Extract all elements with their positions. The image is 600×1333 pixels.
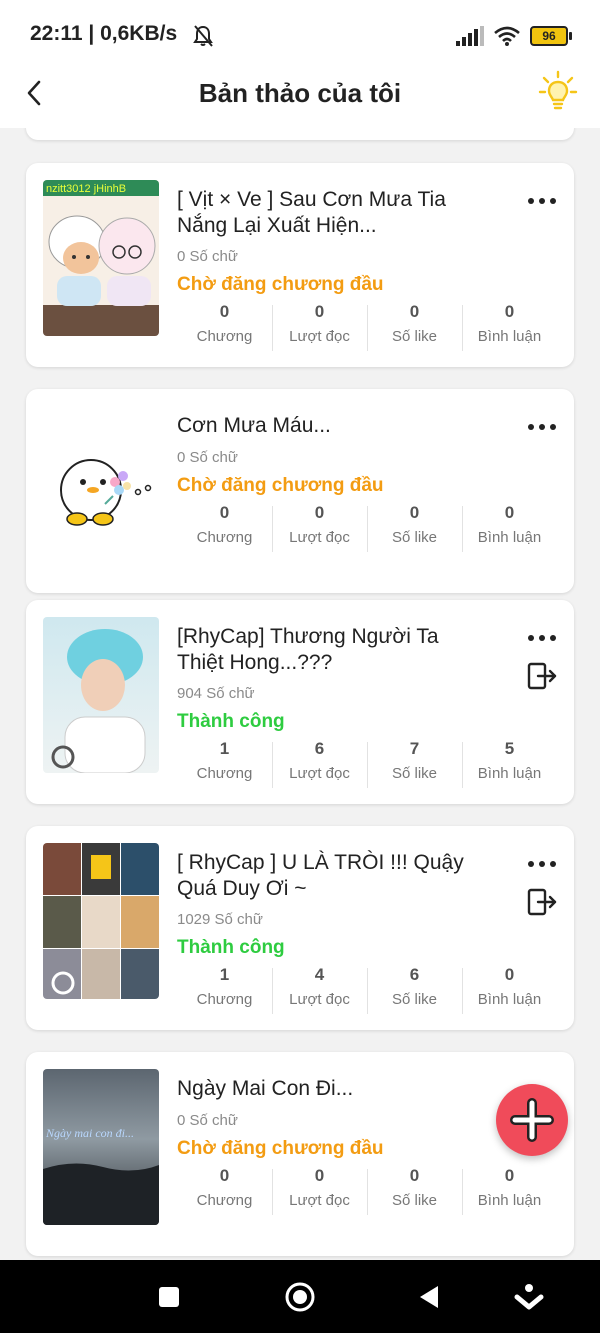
stat-comments: 0 Bình luận	[462, 1165, 557, 1215]
stat-likes: 6 Số like	[367, 964, 462, 1014]
publish-status: Chờ đăng chương đầu	[177, 475, 384, 496]
square-icon[interactable]	[151, 1279, 187, 1315]
story-stats: 1 Chương 6 Lượt đọc 7 Số like 5 Bình luận	[177, 738, 557, 788]
page-title: Bản thảo của tôi	[198, 78, 402, 108]
more-options-icon[interactable]	[528, 421, 556, 433]
stat-reads: 4 Lượt đọc	[272, 964, 367, 1014]
story-cover	[43, 843, 159, 999]
story-card[interactable]: Ngày mai con đi... Ngày Mai Con Đi... 0 …	[26, 1052, 574, 1256]
publish-status: Thành công	[177, 711, 285, 732]
circle-icon[interactable]	[282, 1279, 318, 1315]
word-count: 904 Số chữ	[177, 685, 255, 702]
publish-exit-icon[interactable]	[526, 886, 558, 918]
word-count: 0 Số chữ	[177, 449, 238, 466]
stat-likes: 7 Số like	[367, 738, 462, 788]
story-card[interactable]: [RhyCap] Thương Người Ta Thiệt Hong...??…	[26, 600, 574, 804]
plus-icon	[510, 1098, 554, 1142]
stat-chapters: 1 Chương	[196, 965, 253, 1008]
lightbulb-icon[interactable]	[538, 70, 578, 114]
wifi-icon	[494, 26, 520, 46]
status-bar: 22:11 | 0,6KB/s 96	[0, 0, 600, 70]
battery-indicator: 96	[530, 26, 572, 46]
story-cover	[43, 617, 159, 773]
more-options-icon[interactable]	[528, 632, 556, 644]
cover-art-seascape-icon: Ngày mai con đi...	[43, 1069, 159, 1225]
stat-chapters: 0 Chương	[196, 1166, 253, 1209]
word-count: 0 Số chữ	[177, 1112, 238, 1129]
word-count: 1029 Số chữ	[177, 911, 263, 928]
stat-likes: 0 Số like	[367, 502, 462, 552]
story-card[interactable]: [ RhyCap ] U LÀ TRÒI !!! Quậy Quá Duy Ơi…	[26, 826, 574, 1030]
word-count: 0 Số chữ	[177, 248, 238, 265]
story-title[interactable]: Ngày Mai Con Đi...	[177, 1076, 487, 1102]
stat-reads: 0 Lượt đọc	[272, 502, 367, 552]
publish-status: Chờ đăng chương đầu	[177, 1138, 384, 1159]
publish-status: Chờ đăng chương đầu	[177, 274, 384, 295]
more-options-icon[interactable]	[528, 195, 556, 207]
stat-reads: 0 Lượt đọc	[272, 301, 367, 351]
stat-reads: 6 Lượt đọc	[272, 738, 367, 788]
card-partial	[26, 128, 574, 140]
cover-art-photo-icon	[43, 617, 159, 773]
header-bar: Bản thảo của tôi	[0, 70, 600, 128]
story-card[interactable]: Cơn Mưa Máu... 0 Số chữ Chờ đăng chương …	[26, 389, 574, 593]
stat-likes: 0 Số like	[367, 301, 462, 351]
story-title[interactable]: [ RhyCap ] U LÀ TRÒI !!! Quậy Quá Duy Ơi…	[177, 850, 487, 902]
more-options-icon[interactable]	[528, 858, 556, 870]
cover-art-duck-icon	[43, 406, 159, 562]
stat-chapters: 0 Chương	[196, 302, 253, 345]
cover-art-cartoon-icon: nzitt3012 jHinhB	[43, 180, 159, 336]
chevron-down-icon[interactable]	[511, 1279, 547, 1315]
story-stats: 1 Chương 4 Lượt đọc 6 Số like 0 Bình luận	[177, 964, 557, 1014]
cover-caption: nzitt3012 jHinhB	[46, 183, 126, 195]
cover-art-collage-icon	[43, 843, 159, 999]
story-cover: Ngày mai con đi...	[43, 1069, 159, 1225]
story-cover	[43, 406, 159, 562]
story-title[interactable]: [RhyCap] Thương Người Ta Thiệt Hong...??…	[177, 624, 487, 676]
story-title[interactable]: Cơn Mưa Máu...	[177, 413, 487, 439]
story-stats: 0 Chương 0 Lượt đọc 0 Số like 0 Bình luận	[177, 502, 557, 552]
stat-chapters: 1 Chương	[196, 739, 253, 782]
stat-comments: 0 Bình luận	[462, 502, 557, 552]
add-story-button[interactable]	[496, 1084, 568, 1156]
story-title[interactable]: [ Vịt × Ve ] Sau Cơn Mưa Tia Nắng Lại Xu…	[177, 187, 487, 239]
mute-bell-icon	[193, 25, 213, 47]
story-card[interactable]: nzitt3012 jHinhB [ Vịt × Ve ] Sau Cơn Mư…	[26, 163, 574, 367]
publish-status: Thành công	[177, 937, 285, 958]
stat-comments: 5 Bình luận	[462, 738, 557, 788]
signal-icon	[456, 26, 484, 46]
publish-exit-icon[interactable]	[526, 660, 558, 692]
story-stats: 0 Chương 0 Lượt đọc 0 Số like 0 Bình luận	[177, 301, 557, 351]
stat-chapters: 0 Chương	[196, 503, 253, 546]
story-cover: nzitt3012 jHinhB	[43, 180, 159, 336]
stat-comments: 0 Bình luận	[462, 301, 557, 351]
stat-reads: 0 Lượt đọc	[272, 1165, 367, 1215]
stat-likes: 0 Số like	[367, 1165, 462, 1215]
cover-caption: Ngày mai con đi...	[45, 1126, 134, 1140]
stat-comments: 0 Bình luận	[462, 964, 557, 1014]
story-stats: 0 Chương 0 Lượt đọc 0 Số like 0 Bình luận	[177, 1165, 557, 1215]
status-time: 22:11 | 0,6KB/s	[30, 22, 178, 45]
triangle-back-icon[interactable]	[412, 1279, 448, 1315]
system-nav-bar	[0, 1260, 600, 1333]
